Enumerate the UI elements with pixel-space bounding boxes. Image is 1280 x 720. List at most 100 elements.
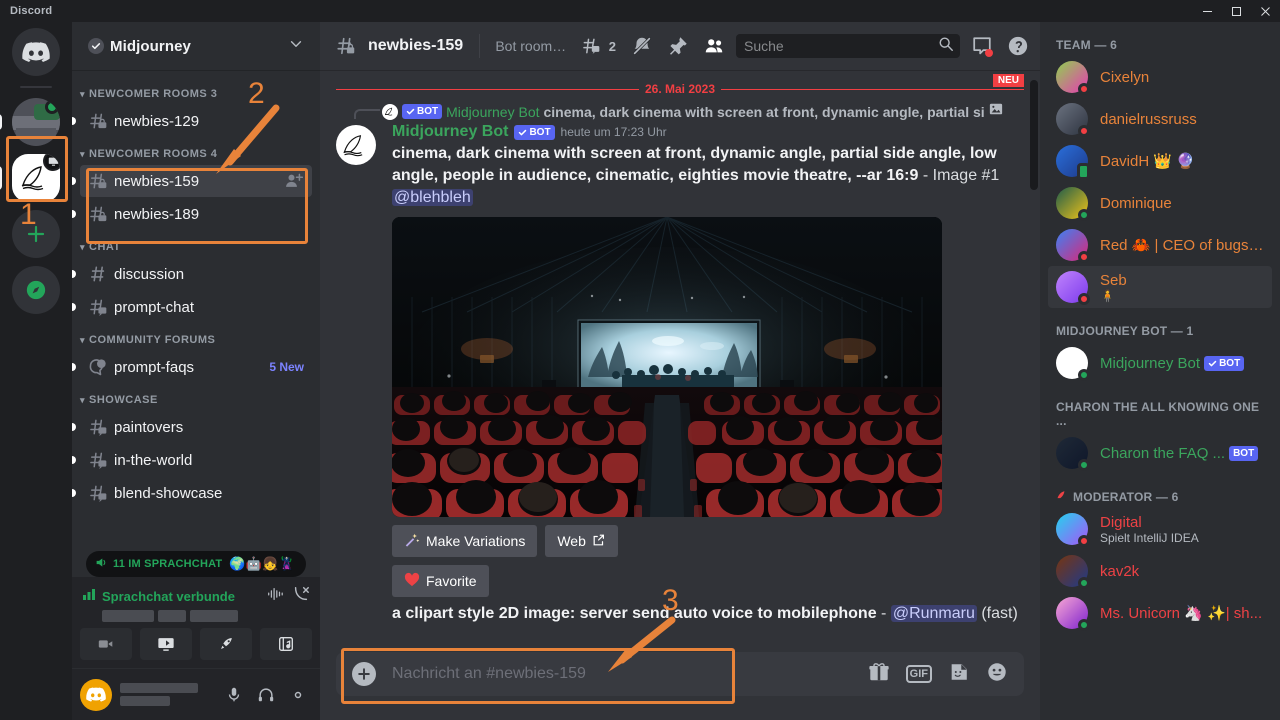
reply-reference[interactable]: BOT Midjourney Bot cinema, dark cinema w… [320,96,1040,121]
channel-category[interactable]: ▾ COMMUNITY FORUMS [72,324,320,350]
close-button[interactable] [1251,0,1280,22]
member-list-item[interactable]: Seb 🧍 [1048,266,1272,308]
reply-author[interactable]: Midjourney Bot [446,104,539,120]
sidebar-item-discussion[interactable]: discussion [72,258,312,290]
sidebar-item-in-the-world[interactable]: in-the-world [72,444,312,476]
channel-new-badge: 5 New [269,360,304,374]
member-list-item[interactable]: Midjourney Bot BOT [1048,342,1272,384]
speaker-icon [95,556,108,572]
message-composer[interactable]: Nachricht an #newbies-159 GIF [336,652,1024,696]
search-box[interactable] [736,34,960,58]
server-rail-midjourney[interactable] [12,154,60,202]
plus-icon[interactable] [352,662,376,686]
message-body: cinema, dark cinema with screen at front… [392,143,1024,209]
sticker-icon[interactable] [948,661,970,688]
add-member-icon[interactable] [284,171,304,191]
message: Midjourney Bot BOT heute um 17:23 Uhr ci… [320,121,1040,597]
channel-name: newbies-189 [114,205,200,223]
sidebar-item-newbies-129[interactable]: newbies-129 [72,105,312,137]
sidebar-item-prompt-faqs[interactable]: prompt-faqs 5 New [72,351,312,383]
bot-badge: BOT [514,124,555,140]
avatar[interactable] [80,678,112,711]
voice-action-buttons [80,628,312,668]
status-badge [1078,535,1090,547]
message-attachment-image[interactable] [392,217,942,517]
sidebar-item-blend-showcase[interactable]: blend-showcase [72,477,312,509]
gift-icon[interactable] [868,661,890,688]
web-button[interactable]: Web [545,525,618,557]
video-icon[interactable] [80,628,132,660]
inbox-icon[interactable] [968,32,996,60]
next-message-dash: - [881,605,887,622]
member-group-label: TEAM — 6 [1056,38,1117,52]
status-badge [1078,459,1090,471]
channel-category[interactable]: ▾ CHAT [72,231,320,257]
message-list[interactable]: 26. Mai 2023 NEU BOT Midjourney Bot cine… [320,70,1040,652]
activity-rocket-icon[interactable] [200,628,252,660]
message-input[interactable]: Nachricht an #newbies-159 [392,654,852,694]
soundboard-music-icon[interactable] [260,628,312,660]
mention[interactable]: @blehbleh [392,189,473,206]
member-list-item[interactable]: DavidH 👑 🔮 [1048,140,1272,182]
member-list-item[interactable]: Charon the FAQ ... BOT [1048,432,1272,474]
server-header[interactable]: Midjourney [72,22,320,70]
member-list-item[interactable]: Dominique [1048,182,1272,224]
settings-gear-icon[interactable] [284,681,312,709]
heart-icon [404,572,420,590]
threads-icon[interactable] [577,32,605,60]
members-icon[interactable] [700,32,728,60]
member-name: Charon the FAQ ... [1100,444,1226,462]
member-list-item[interactable]: Cixelyn [1048,56,1272,98]
channel-name: paintovers [114,418,184,436]
message-author[interactable]: Midjourney Bot [392,123,508,141]
mention[interactable]: @Runmaru [890,605,977,622]
server-rail-blurred[interactable] [12,98,60,146]
sidebar-item-newbies-159[interactable]: newbies-159 [72,165,312,197]
screenshare-icon[interactable] [140,628,192,660]
member-list-item[interactable]: kav2k [1048,550,1272,592]
member-name: Seb [1100,271,1127,289]
phone-hangup-icon[interactable] [292,585,310,608]
member-list-item[interactable]: Digital Spielt IntelliJ IDEA [1048,508,1272,550]
voice-chat-pill[interactable]: 11 IM SPRACHCHAT 🌍🤖👧🦹 [86,551,306,577]
thread-icon [88,450,108,470]
notification-muted-icon[interactable] [628,32,656,60]
help-icon[interactable] [1004,32,1032,60]
unread-indicator [72,456,76,464]
sidebar-item-paintovers[interactable]: paintovers [72,411,312,443]
sidebar-item-newbies-189[interactable]: newbies-189 [72,198,312,230]
discord-window: Discord Midjourney ▾ NEWCOMER ROOMS 3 ne… [0,0,1280,720]
member-list-item[interactable]: Ms. Unicorn 🦄 ✨| sh... [1048,592,1272,634]
add-server-button[interactable] [12,210,60,258]
explore-servers-button[interactable] [12,266,60,314]
member-list[interactable]: TEAM — 6 Cixelyn danielrussruss DavidH 👑… [1040,22,1280,720]
title-bar: Discord [0,0,1280,22]
pin-icon[interactable] [664,32,692,60]
member-list-item[interactable]: danielrussruss [1048,98,1272,140]
server-rail-home[interactable] [12,28,60,76]
favorite-button[interactable]: Favorite [392,565,489,597]
maximize-button[interactable] [1222,0,1251,22]
emoji-icon[interactable] [986,661,1008,688]
make-variations-button[interactable]: Make Variations [392,525,538,557]
channel-category[interactable]: ▾ NEWCOMER ROOMS 3 [72,78,320,104]
channel-category[interactable]: ▾ NEWCOMER ROOMS 4 [72,138,320,164]
member-list-item[interactable]: Red 🦀 | CEO of bugs ... [1048,224,1272,266]
minimize-button[interactable] [1193,0,1222,22]
gif-icon[interactable]: GIF [905,665,932,683]
unread-indicator [72,270,76,278]
member-group-header: MODERATOR — 6 [1040,474,1280,508]
status-badge [1078,619,1090,631]
headphones-icon[interactable] [252,681,280,709]
sidebar-item-prompt-chat[interactable]: prompt-chat [72,291,312,323]
bot-badge: BOT [402,104,443,119]
category-label: NEWCOMER ROOMS 4 [89,148,218,160]
message-scrollbar[interactable] [1030,80,1038,190]
soundwave-icon[interactable] [266,585,284,608]
microphone-icon[interactable] [220,681,248,709]
channel-category[interactable]: ▾ SHOWCASE [72,384,320,410]
chevron-down-icon[interactable] [288,36,304,57]
search-input[interactable] [744,38,934,54]
status-badge [1078,293,1090,305]
avatar[interactable] [336,125,376,165]
